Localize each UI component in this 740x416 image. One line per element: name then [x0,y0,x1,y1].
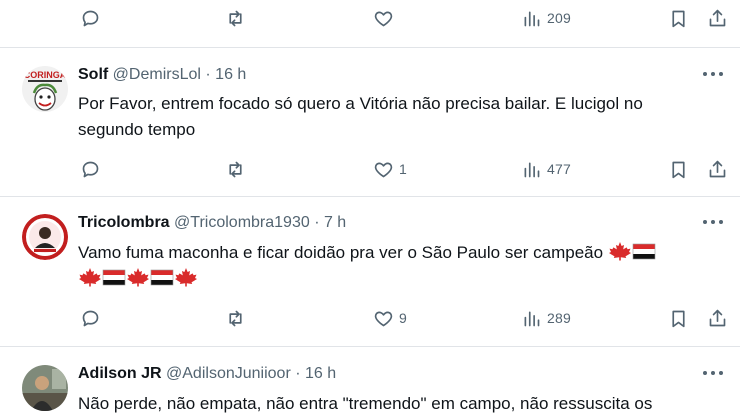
share-icon [709,9,726,26]
views-button[interactable]: 209 [521,0,571,36]
like-button[interactable] [373,0,394,36]
bookmark-icon [672,161,685,178]
repost-icon [229,10,242,26]
repost-button[interactable] [225,0,246,36]
tweet-actions: 209 [0,0,740,36]
share-icon [709,160,726,177]
user-handle[interactable]: @Tricolombra1930 [174,214,310,231]
display-name[interactable]: Solf [78,66,108,83]
spfc-flag-icon [102,269,126,286]
more-options-button[interactable] [700,64,726,84]
reply-button[interactable] [80,0,101,36]
avatar[interactable] [22,365,68,411]
divider [0,196,740,197]
emoji-group [78,266,728,292]
timeline-feed: 209 CORINGA Solf @DemirsLol · 16 h Por F… [0,0,740,416]
tweet-actions: 9 289 [0,300,740,336]
like-count: 1 [399,161,407,177]
emoji-group [608,242,656,262]
maple-leaf-icon [79,268,101,287]
share-button[interactable] [707,300,728,336]
user-handle[interactable]: @DemirsLol [113,66,201,83]
tweet-actions: 1 477 [0,151,740,187]
share-button[interactable] [707,151,728,187]
repost-button[interactable] [225,151,246,187]
divider [0,47,740,48]
repost-button[interactable] [225,300,246,336]
tweet-text-line: Não perde, não empata, não entra "tremen… [78,394,653,413]
bookmark-icon [672,10,685,27]
maple-leaf-icon [175,268,197,287]
tweet-header: Adilson JR @AdilsonJuniioor · 16 h [78,365,336,383]
heart-icon [374,162,393,177]
more-options-button[interactable] [700,212,726,232]
reply-icon [82,310,99,326]
views-button[interactable]: 477 [521,151,571,187]
display-name[interactable]: Tricolombra [78,214,170,231]
reply-button[interactable] [80,151,101,187]
bookmark-button[interactable] [668,300,689,336]
bookmark-button[interactable] [668,0,689,36]
avatar[interactable] [22,214,68,260]
share-icon [709,309,726,326]
repost-icon [229,310,242,326]
maple-leaf-icon [608,242,631,261]
tweet-text-line: Por Favor, entrem focado só quero a Vitó… [78,94,643,113]
reply-icon [82,161,99,177]
like-button[interactable]: 9 [373,300,407,336]
views-count: 289 [547,310,571,326]
bookmark-button[interactable] [668,151,689,187]
repost-icon [229,161,242,177]
spfc-flag-icon [632,243,656,260]
timestamp[interactable]: · 7 h [314,214,346,231]
analytics-icon [524,311,540,326]
maple-leaf-icon [127,268,149,287]
avatar[interactable]: CORINGA [22,66,68,112]
like-count: 9 [399,310,407,326]
reply-icon [82,10,99,26]
share-button[interactable] [707,0,728,36]
svg-text:CORINGA: CORINGA [24,70,67,80]
like-button[interactable]: 1 [373,151,407,187]
more-options-button[interactable] [700,363,726,383]
analytics-icon [524,162,540,177]
tweet-text-span: Vamo fuma maconha e ficar doidão pra ver… [78,243,604,262]
reply-button[interactable] [80,300,101,336]
timestamp[interactable]: · 16 h [205,66,246,83]
tweet-text: Por Favor, entrem focado só quero a Vitó… [78,91,728,143]
views-button[interactable]: 289 [521,300,571,336]
tweet-text: Não perde, não empata, não entra "tremen… [78,391,728,416]
analytics-icon [524,11,540,26]
bookmark-icon [672,310,685,327]
display-name[interactable]: Adilson JR [78,365,162,382]
timestamp[interactable]: · 16 h [295,365,336,382]
tweet-text-line: Vamo fuma maconha e ficar doidão pra ver… [78,240,728,266]
tweet[interactable]: Tricolombra @Tricolombra1930 · 7 h Vamo … [0,214,740,314]
user-handle[interactable]: @AdilsonJuniioor [166,365,291,382]
tweet[interactable]: Adilson JR @AdilsonJuniioor · 16 h Não p… [0,365,740,416]
heart-icon [374,311,393,326]
views-count: 209 [547,10,571,26]
tweet-text: Vamo fuma maconha e ficar doidão pra ver… [78,240,728,292]
views-count: 477 [547,161,571,177]
tweet-header: Tricolombra @Tricolombra1930 · 7 h [78,214,346,232]
tweet-text-line: segundo tempo [78,120,196,139]
divider [0,346,740,347]
spfc-flag-icon [150,269,174,286]
heart-icon [374,11,393,26]
tweet-header: Solf @DemirsLol · 16 h [78,66,246,84]
